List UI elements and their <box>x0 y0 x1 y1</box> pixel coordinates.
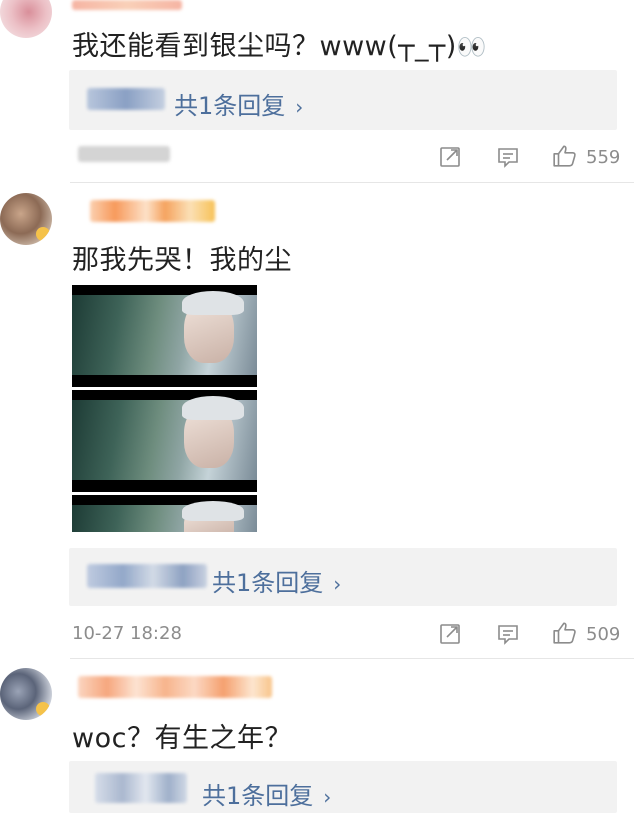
reply-preview[interactable]: 共1条回复 › <box>69 70 617 130</box>
avatar[interactable] <box>0 668 52 720</box>
comment-icon[interactable] <box>496 145 520 169</box>
reply-username <box>95 773 187 803</box>
comment-text: 那我先哭！我的尘 <box>72 245 292 276</box>
chevron-right-icon: › <box>333 572 342 596</box>
chevron-right-icon: › <box>295 95 304 119</box>
like-count: 559 <box>586 147 621 168</box>
reply-count-link[interactable]: 共1条回复 › <box>202 776 331 811</box>
divider <box>70 658 634 659</box>
avatar-badge <box>36 702 50 716</box>
reply-preview[interactable]: 共1条回复 › <box>69 548 617 606</box>
avatar[interactable] <box>0 193 52 245</box>
reply-count-link[interactable]: 共1条回复 › <box>174 86 303 121</box>
like-count: 509 <box>586 624 621 645</box>
thumbs-up-icon[interactable] <box>552 143 578 169</box>
username[interactable] <box>78 676 272 698</box>
thumbs-up-icon[interactable] <box>552 620 578 646</box>
image-frame[interactable] <box>72 285 257 387</box>
comment-icon[interactable] <box>496 622 520 646</box>
avatar-badge <box>36 227 50 241</box>
image-frame[interactable] <box>72 390 257 492</box>
chevron-right-icon: › <box>323 785 332 809</box>
share-icon[interactable] <box>438 145 462 169</box>
comment-text: 我还能看到银尘吗？www(┬_┬)👀 <box>72 31 488 62</box>
reply-preview[interactable]: 共1条回复 › <box>69 761 617 813</box>
username[interactable] <box>90 200 215 222</box>
reply-username <box>87 564 207 588</box>
comment-text: woc？有生之年？ <box>72 723 292 754</box>
username[interactable] <box>72 0 182 10</box>
comment-timestamp: 10-27 18:28 <box>72 623 182 644</box>
share-icon[interactable] <box>438 622 462 646</box>
avatar[interactable] <box>0 0 52 38</box>
reply-count-link[interactable]: 共1条回复 › <box>212 563 341 598</box>
divider <box>70 182 634 183</box>
image-frame[interactable] <box>72 495 257 532</box>
reply-username <box>87 88 165 110</box>
comment-meta <box>78 146 170 162</box>
